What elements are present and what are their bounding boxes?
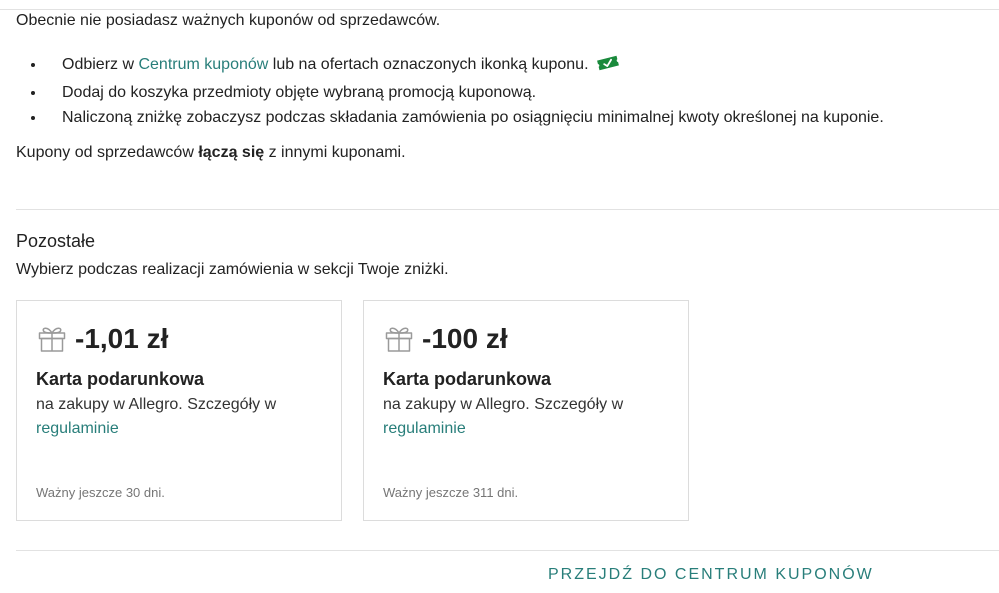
terms-link[interactable]: regulaminie xyxy=(383,420,466,437)
section-divider xyxy=(16,209,999,210)
gift-icon xyxy=(384,325,414,358)
voucher-description-text: na zakupy w Allegro. Szczegóły w xyxy=(36,396,277,413)
voucher-validity: Ważny jeszcze 30 dni. xyxy=(36,485,165,500)
combine-text: Kupony od sprzedawców xyxy=(16,144,199,161)
instruction-item: Odbierz w Centrum kuponów lub na ofertac… xyxy=(46,52,884,80)
instruction-text: Dodaj do koszyka przedmioty objęte wybra… xyxy=(62,84,537,101)
voucher-description-text: na zakupy w Allegro. Szczegóły w xyxy=(383,396,624,413)
instruction-item: Dodaj do koszyka przedmioty objęte wybra… xyxy=(46,80,884,105)
others-section-description: Wybierz podczas realizacji zamówienia w … xyxy=(16,261,449,278)
voucher-amount: -1,01 zł xyxy=(75,323,169,354)
gift-card-voucher: -100 zł Karta podarunkowa na zakupy w Al… xyxy=(363,300,689,521)
go-to-coupon-center-button[interactable]: PRZEJDŹ DO CENTRUM KUPONÓW xyxy=(548,565,874,585)
voucher-title: Karta podarunkowa xyxy=(36,369,205,389)
coupon-center-link[interactable]: Centrum kuponów xyxy=(138,56,268,73)
gift-card-voucher: -1,01 zł Karta podarunkowa na zakupy w A… xyxy=(16,300,342,521)
others-section-title: Pozostałe xyxy=(16,231,96,251)
no-coupons-notice: Obecnie nie posiadasz ważnych kuponów od… xyxy=(16,12,441,29)
combine-bold-text: łączą się xyxy=(198,144,265,161)
coupon-instructions-list: Odbierz w Centrum kuponów lub na ofertac… xyxy=(16,52,884,130)
voucher-description: na zakupy w Allegro. Szczegóły w regulam… xyxy=(383,393,653,441)
combine-text: z innymi kuponami. xyxy=(264,144,406,161)
voucher-amount: -100 zł xyxy=(422,323,508,354)
gift-icon xyxy=(37,325,67,358)
terms-link[interactable]: regulaminie xyxy=(36,420,119,437)
voucher-title: Karta podarunkowa xyxy=(383,369,552,389)
instruction-text: Naliczoną zniżkę zobaczysz podczas skład… xyxy=(62,109,884,126)
instruction-item: Naliczoną zniżkę zobaczysz podczas skład… xyxy=(46,105,884,130)
instruction-text: Odbierz w xyxy=(62,56,139,73)
coupon-icon xyxy=(595,54,621,80)
voucher-validity: Ważny jeszcze 311 dni. xyxy=(383,485,519,500)
instruction-text: lub na ofertach oznaczonych ikonką kupon… xyxy=(268,56,589,73)
top-divider xyxy=(0,9,999,10)
bottom-divider xyxy=(16,550,999,551)
voucher-description: na zakupy w Allegro. Szczegóły w regulam… xyxy=(36,393,306,441)
combine-info: Kupony od sprzedawców łączą się z innymi… xyxy=(16,143,406,163)
